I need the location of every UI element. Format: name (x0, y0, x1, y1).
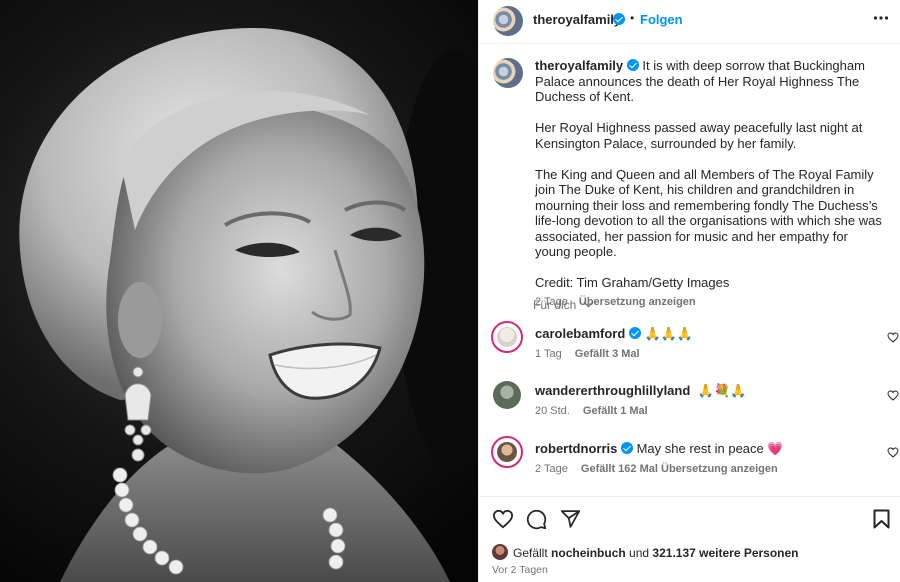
commenter-username[interactable]: robertdnorris (535, 441, 617, 456)
for-you-label: Für dich (533, 298, 577, 312)
caption-paragraph-2: Her Royal Highness passed away peacefull… (535, 120, 863, 151)
more-horizontal-icon[interactable] (873, 10, 889, 31)
comment-meta: 1 Tag Gefällt 3 Mal (535, 348, 640, 360)
verified-badge-icon (613, 13, 625, 25)
comment-likes[interactable]: Gefällt 162 Mal (581, 463, 658, 475)
comment-item: robertdnorris May she rest in peace 💗 2 … (491, 436, 899, 478)
portrait-image (19, 27, 478, 582)
for-you-sort-dropdown[interactable]: Für dich (533, 297, 594, 312)
post-photo[interactable] (0, 0, 478, 582)
post-caption: theroyalfamily It is with deep sorrow th… (535, 58, 885, 310)
comment-age[interactable]: 1 Tag (535, 348, 562, 360)
liker-avatar[interactable] (492, 544, 508, 560)
comment-text: 🙏💐🙏 (697, 383, 747, 398)
liker-username[interactable]: nocheinbuch (551, 546, 626, 560)
chevron-down-icon (583, 297, 594, 311)
comment-likes[interactable]: Gefällt 3 Mal (575, 348, 640, 360)
like-comment-heart-icon[interactable] (887, 445, 899, 463)
commenter-avatar[interactable] (493, 381, 521, 409)
comment-text-row: carolebamford 🙏🙏🙏 (535, 326, 855, 341)
post-timestamp[interactable]: Vor 2 Tagen (492, 564, 548, 576)
verified-badge-icon (620, 442, 633, 454)
caption-paragraph-3: The King and Queen and all Members of Th… (535, 166, 882, 260)
comment-bubble-icon[interactable] (526, 509, 547, 535)
post-actions-bar: Gefällt nocheinbuch und 321.137 weitere … (479, 496, 900, 582)
follow-button[interactable]: Folgen (640, 12, 683, 27)
separator-dot: • (630, 11, 635, 25)
like-heart-icon[interactable] (492, 509, 514, 534)
author-username[interactable]: theroyalfamily (533, 12, 621, 27)
comment-age[interactable]: 20 Std. (535, 405, 570, 417)
comment-item: wandererthroughlillyland 🙏💐🙏 20 Std. Gef… (491, 379, 899, 421)
likes-summary: Gefällt nocheinbuch und 321.137 weitere … (513, 546, 799, 560)
commenter-avatar[interactable] (491, 321, 523, 353)
comment-text: 🙏🙏🙏 (644, 326, 694, 341)
likes-prefix: Gefällt (513, 546, 548, 560)
likes-middle: und (629, 546, 650, 560)
comment-meta: 20 Std. Gefällt 1 Mal (535, 405, 648, 417)
comment-text-row: robertdnorris May she rest in peace 💗 (535, 441, 855, 456)
comment-age[interactable]: 2 Tage (535, 463, 568, 475)
caption-credit: Credit: Tim Graham/Getty Images (535, 275, 730, 290)
share-paper-plane-icon[interactable] (560, 509, 581, 534)
verified-badge-icon (626, 59, 639, 71)
post-header: theroyalfamily • Folgen (479, 0, 900, 44)
post-details-panel: theroyalfamily • Folgen theroyalfamily I… (478, 0, 900, 582)
comment-text: May she rest in peace 💗 (636, 441, 784, 456)
likes-count-link[interactable]: 321.137 weitere Personen (652, 546, 798, 560)
verified-badge-icon (628, 327, 641, 339)
caption-author-avatar[interactable] (493, 58, 523, 88)
comment-item: carolebamford 🙏🙏🙏 1 Tag Gefällt 3 Mal (491, 321, 899, 363)
caption-translate-link[interactable]: Übersetzung anzeigen (579, 296, 696, 308)
caption-author-username[interactable]: theroyalfamily (535, 58, 623, 73)
comment-likes[interactable]: Gefällt 1 Mal (583, 405, 648, 417)
save-bookmark-icon[interactable] (873, 509, 890, 534)
like-comment-heart-icon[interactable] (887, 388, 899, 406)
commenter-avatar[interactable] (491, 436, 523, 468)
comment-translate-link[interactable]: Übersetzung anzeigen (661, 463, 778, 475)
comment-text-row: wandererthroughlillyland 🙏💐🙏 (535, 383, 855, 398)
like-comment-heart-icon[interactable] (887, 330, 899, 348)
comment-meta: 2 Tage Gefällt 162 Mal Übersetzung anzei… (535, 463, 778, 475)
author-avatar[interactable] (493, 6, 523, 36)
commenter-username[interactable]: wandererthroughlillyland (535, 383, 690, 398)
commenter-username[interactable]: carolebamford (535, 326, 625, 341)
